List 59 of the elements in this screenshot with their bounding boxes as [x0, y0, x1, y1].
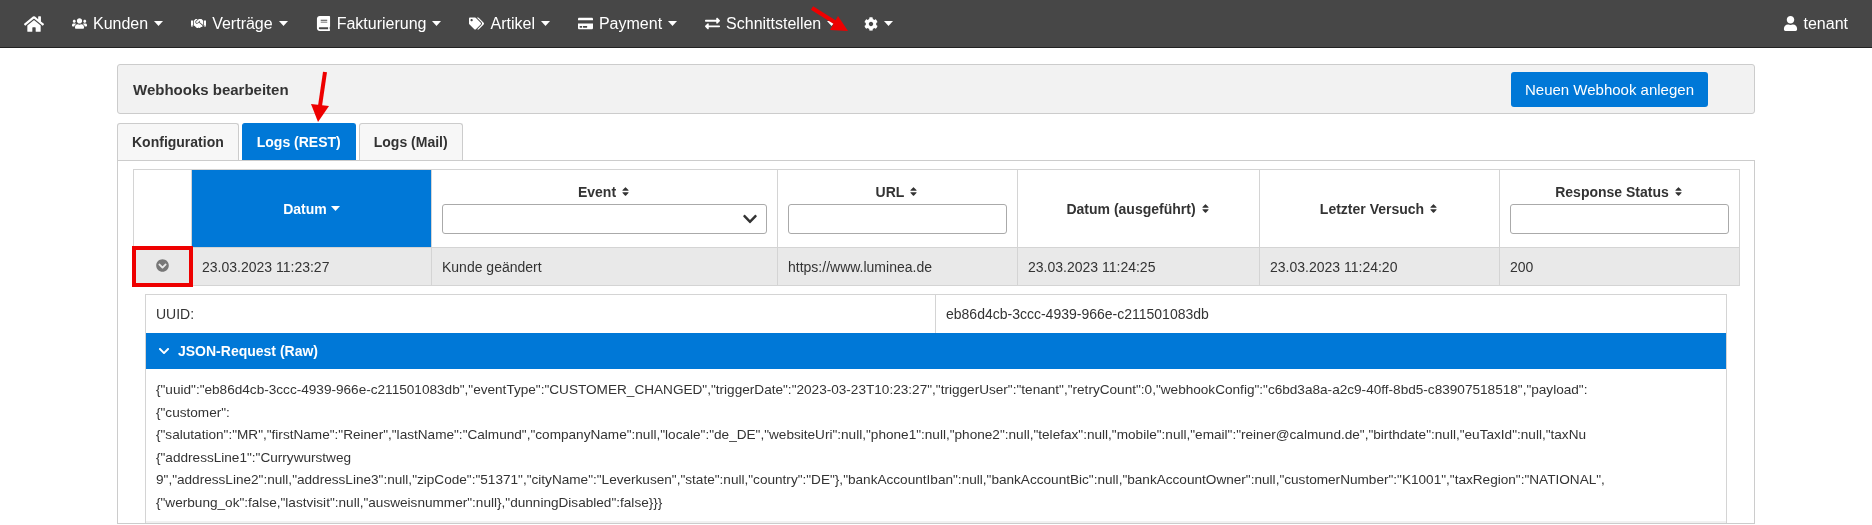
json-text-line: {"salutation":"MR","firstName":"Reiner","lastName":"Calmund","companyName":null,"locale":"de_DE","websiteUri":null,"phone1":null,"phone2":null,"telefax":null,"mobile":null,"email":"reiner@calmund.de","birthdate":null,"euTaxId":null,"taxNu [156, 426, 1588, 445]
tab[interactable]: Logs (REST) [241, 123, 356, 160]
chevron-icon [158, 345, 170, 357]
json-text-line: {"werbung_ok":false,"lastvisit":null,"ausweisnummer":null},"dunningDisabled":false}}} [156, 493, 664, 512]
tag-icon [469, 16, 485, 31]
nav-menu[interactable]: Kunden [58, 14, 178, 33]
sort-icon [1672, 186, 1684, 197]
nav-menu[interactable]: Fakturierung [301, 14, 456, 33]
nav-menu[interactable]: Payment [563, 14, 692, 33]
nav-menu[interactable]: Verträge [177, 14, 302, 33]
column-header[interactable]: Datum (ausgeführt) [1017, 169, 1260, 248]
table-cell: https://www.luminea.de [777, 247, 1018, 286]
table-cell: 23.03.2023 11:24:25 [1017, 247, 1260, 286]
sort-icon [1428, 203, 1440, 214]
book-icon [315, 16, 331, 31]
caret-icon [154, 21, 164, 26]
page-title: Webhooks bearbeiten [133, 80, 289, 98]
table-cell: Kunde geändert [431, 247, 778, 286]
new-webhook-button[interactable]: Neuen Webhook anlegen [1510, 71, 1708, 107]
json-section-header[interactable]: JSON-Request (Raw) [146, 333, 1726, 369]
json-text-line: {"customer": [156, 403, 231, 422]
json-text-line: {"addressLine1":"Currywurstweg [156, 448, 353, 467]
caret-icon [330, 206, 340, 211]
json-text-line: 9","addressLine2":null,"addressLine3":null,"zipCode":"51371","cityName":"Leverkusen","state":null,"country":"DE"},"bankAccountIban":null,"bankAccountBic":null,"bankAccountOwner":null,"customerNumber":"K1001","taxRegion":"NATIONAL", [156, 471, 1606, 490]
sort-icon [1199, 203, 1211, 214]
column-header[interactable]: Letzter Versuch [1259, 169, 1500, 248]
settings-icon [864, 16, 879, 31]
nav-menu[interactable]: Schnittstellen [691, 14, 851, 33]
event-filter-select[interactable] [442, 203, 767, 234]
exchange-icon [705, 16, 721, 31]
caret-icon [540, 21, 550, 26]
handshake-icon [191, 16, 207, 31]
table-cell: 23.03.2023 11:24:20 [1259, 247, 1500, 286]
caret-icon [884, 21, 894, 26]
expand-toggle[interactable] [156, 258, 169, 272]
table-cell: 200 [1499, 247, 1740, 286]
json-text-line: {"uuid":"eb86d4cb-3ccc-4939-966e-c211501083db","eventType":"CUSTOMER_CHANGED","triggerDate":"2023-03-23T10:23:27","triggerUser":"tenant","retryCount":0,"webhookConfig":"c6bd3a8a-a2c9-40ff-8bd5-c83907518518","payload": [156, 381, 1589, 399]
users-icon [72, 16, 87, 31]
uuid-value: eb86d4cb-3ccc-4939-966e-c211501083db [945, 305, 1210, 324]
caret-icon [432, 21, 442, 26]
sort-icon [620, 186, 632, 197]
user-icon [1782, 16, 1798, 31]
column-header[interactable]: URL [777, 169, 1018, 248]
sort-icon [908, 186, 920, 197]
column-header[interactable]: Event [431, 169, 778, 248]
table-cell: 23.03.2023 11:23:27 [191, 247, 432, 286]
filter-input[interactable] [788, 203, 1007, 234]
filter-input[interactable] [1510, 203, 1729, 234]
tab[interactable]: Konfiguration [117, 123, 239, 160]
caret-icon [278, 21, 288, 26]
highlight-frame [132, 246, 193, 287]
caret-icon [668, 21, 678, 26]
tab[interactable]: Logs (Mail) [358, 123, 463, 160]
user-menu[interactable]: tenant [1768, 14, 1862, 33]
column-header[interactable]: Response Status [1499, 169, 1740, 248]
nav-menu[interactable]: Artikel [455, 14, 564, 33]
home-icon [24, 13, 44, 34]
card-icon [577, 16, 593, 31]
column-header[interactable]: Datum [191, 169, 432, 248]
